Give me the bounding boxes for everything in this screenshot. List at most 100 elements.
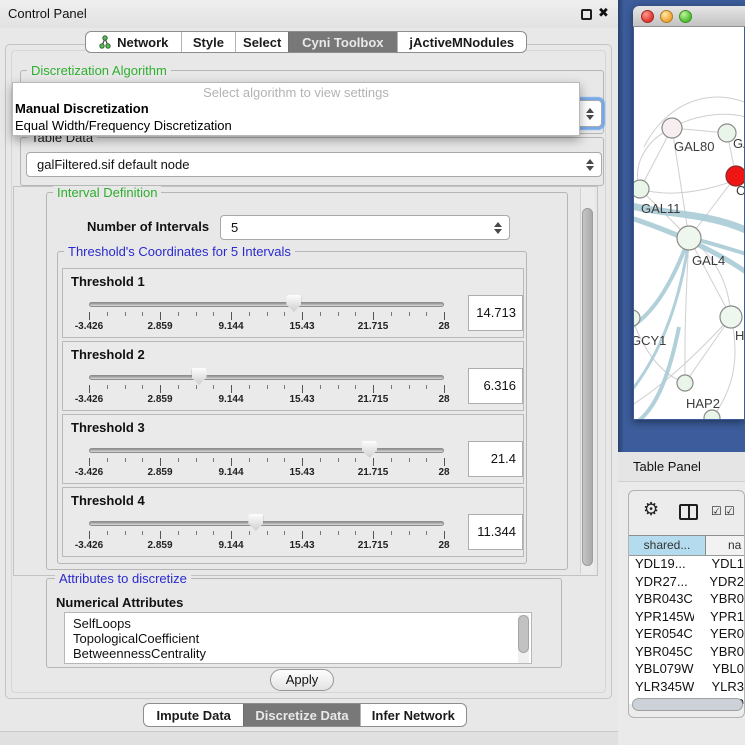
tab-infer-network[interactable]: Infer Network: [360, 704, 466, 726]
tab-style[interactable]: Style: [181, 32, 236, 52]
tab-cyni-toolbox[interactable]: Cyni Toolbox: [288, 32, 397, 52]
cell-name: YDR2: [693, 574, 744, 592]
node-label-gal11: GAL11: [641, 201, 681, 216]
node-hap2[interactable]: [677, 375, 693, 391]
attributes-scrollbar-thumb[interactable]: [518, 615, 529, 653]
table-row[interactable]: YBL079WYBL0: [629, 661, 744, 679]
threshold-value-field[interactable]: 11.344: [468, 514, 523, 550]
float-window-icon[interactable]: [581, 9, 592, 20]
table-data-combo-value: galFiltered.sif default node: [37, 157, 189, 172]
table-row[interactable]: YBR043CYBR0: [629, 591, 744, 609]
table-row[interactable]: YDL19...YDL1: [629, 556, 744, 574]
slider-track[interactable]: [89, 448, 444, 453]
slider-tick-labels: -3.4262.8599.14415.4321.71528: [89, 540, 444, 552]
threshold-value-field[interactable]: 6.316: [468, 368, 523, 404]
table-data-combo[interactable]: galFiltered.sif default node: [26, 152, 602, 177]
threshold-value-field[interactable]: 14.713: [468, 295, 523, 331]
control-panel-title: Control Panel: [8, 0, 87, 28]
node-gal80[interactable]: [662, 118, 682, 138]
zoom-traffic-light[interactable]: [679, 10, 692, 23]
attribute-list-item[interactable]: SelfLoops: [65, 616, 531, 631]
slider-track[interactable]: [89, 302, 444, 307]
slider-tick-labels: -3.4262.8599.14415.4321.71528: [89, 321, 444, 333]
threshold-panel: Threshold 4-3.4262.8599.14415.4321.71528…: [62, 487, 524, 557]
slider-tick-labels: -3.4262.8599.14415.4321.71528: [89, 467, 444, 479]
tab-network-label: Network: [117, 35, 168, 50]
numerical-attributes-label: Numerical Attributes: [56, 595, 183, 610]
tab-network[interactable]: Network: [86, 32, 181, 52]
combo-arrows-icon: [494, 222, 502, 234]
threshold-panel: Threshold 1 -3.4262.8599.14415.4321.71528…: [62, 268, 524, 338]
minimize-traffic-light[interactable]: [660, 10, 673, 23]
combo-arrows-icon: [586, 159, 594, 171]
bottom-tabbar: Impute Data Discretize Data Infer Networ…: [143, 703, 467, 727]
node-gal4[interactable]: [677, 226, 701, 250]
threshold-label: Threshold 3: [71, 420, 145, 435]
table-panel-title: Table Panel: [633, 452, 701, 482]
popup-option-manual[interactable]: Manual Discretization: [15, 101, 149, 116]
node-label-partial-h: H: [735, 328, 744, 343]
table-row[interactable]: YER054CYER0: [629, 626, 744, 644]
attribute-list-item[interactable]: BetweennessCentrality: [65, 646, 531, 661]
node-h[interactable]: [720, 306, 742, 328]
attributes-scrollbar-track[interactable]: [518, 615, 529, 663]
tab-discretize-data[interactable]: Discretize Data: [243, 704, 359, 726]
node-label-partial-ga: GA: [733, 136, 744, 151]
columns-icon[interactable]: [679, 504, 698, 520]
table-toolbar: ⚙ ☑ ☑: [629, 491, 744, 535]
network-canvas[interactable]: GAL80 GA GAL11 GAL4 GCY1 H HAP2 C: [634, 27, 744, 419]
close-traffic-light[interactable]: [641, 10, 654, 23]
apply-button[interactable]: Apply: [270, 669, 334, 691]
vertical-scrollbar-thumb[interactable]: [582, 208, 593, 566]
slider-tick-labels: -3.4262.8599.14415.4321.71528: [89, 394, 444, 406]
cell-shared-name: YDR27...: [629, 574, 693, 592]
numerical-attributes-list[interactable]: SelfLoopsTopologicalCoefficientBetweenne…: [64, 612, 532, 664]
tab-jactivemnodules[interactable]: jActiveMNodules: [397, 32, 526, 52]
table-row[interactable]: YBR045CYBR0: [629, 644, 744, 662]
cell-name: YBR0: [694, 591, 744, 609]
checkbox-icon[interactable]: ☑: [724, 504, 735, 518]
network-icon: [98, 35, 112, 49]
popup-option-equal-width[interactable]: Equal Width/Frequency Discretization: [15, 118, 232, 133]
slider-handle[interactable]: [248, 514, 263, 531]
node-bottom-partial[interactable]: [704, 410, 720, 419]
cell-name: YLR3: [695, 679, 744, 697]
table-rows: YDL19...YDL1YDR27...YDR2YBR043CYBR0YPR14…: [629, 556, 744, 704]
tab-impute-data[interactable]: Impute Data: [144, 704, 243, 726]
threshold-label: Threshold 1: [71, 274, 145, 289]
slider-ticks: [89, 458, 444, 466]
cell-shared-name: YBR043C: [629, 591, 694, 609]
table-row[interactable]: YDR27...YDR2: [629, 574, 744, 592]
network-window[interactable]: GAL80 GA GAL11 GAL4 GCY1 H HAP2 C: [633, 6, 745, 420]
cell-shared-name: YBR045C: [629, 644, 694, 662]
slider-ticks: [89, 531, 444, 539]
attribute-list-item[interactable]: TopologicalCoefficient: [65, 631, 531, 646]
threshold-panel: Threshold 2-3.4262.8599.14415.4321.71528…: [62, 341, 524, 411]
slider-ticks: [89, 312, 444, 320]
node-gal11[interactable]: [634, 180, 649, 198]
number-of-intervals-combo[interactable]: 5: [220, 215, 510, 240]
column-header-shared[interactable]: shared...: [629, 536, 706, 555]
network-window-titlebar[interactable]: [633, 6, 745, 27]
slider-track[interactable]: [89, 375, 444, 380]
combo-arrows-icon: [586, 108, 594, 120]
slider-handle[interactable]: [362, 441, 377, 458]
table-row[interactable]: YPR145WYPR1: [629, 609, 744, 627]
table-row[interactable]: YLR345WYLR3: [629, 679, 744, 697]
number-of-intervals-label: Number of Intervals: [87, 219, 209, 234]
cell-name: YDL1: [695, 556, 744, 574]
column-header-name[interactable]: na: [706, 536, 744, 555]
threshold-value-field[interactable]: 21.4: [468, 441, 523, 477]
slider-handle[interactable]: [192, 368, 207, 385]
cell-shared-name: YLR345W: [629, 679, 695, 697]
close-icon[interactable]: ✖: [598, 0, 609, 28]
node-label-gal4: GAL4: [692, 253, 725, 268]
horizontal-scrollbar-thumb[interactable]: [632, 698, 743, 711]
screen: Control Panel ✖ Network Style Select Cyn…: [0, 0, 745, 745]
tab-select[interactable]: Select: [235, 32, 288, 52]
slider-handle[interactable]: [286, 295, 301, 312]
slider-track[interactable]: [89, 521, 444, 526]
checkbox-icon[interactable]: ☑: [711, 504, 722, 518]
table-panel-titlebar: Table Panel: [618, 452, 745, 482]
gear-icon[interactable]: ⚙: [643, 499, 659, 520]
